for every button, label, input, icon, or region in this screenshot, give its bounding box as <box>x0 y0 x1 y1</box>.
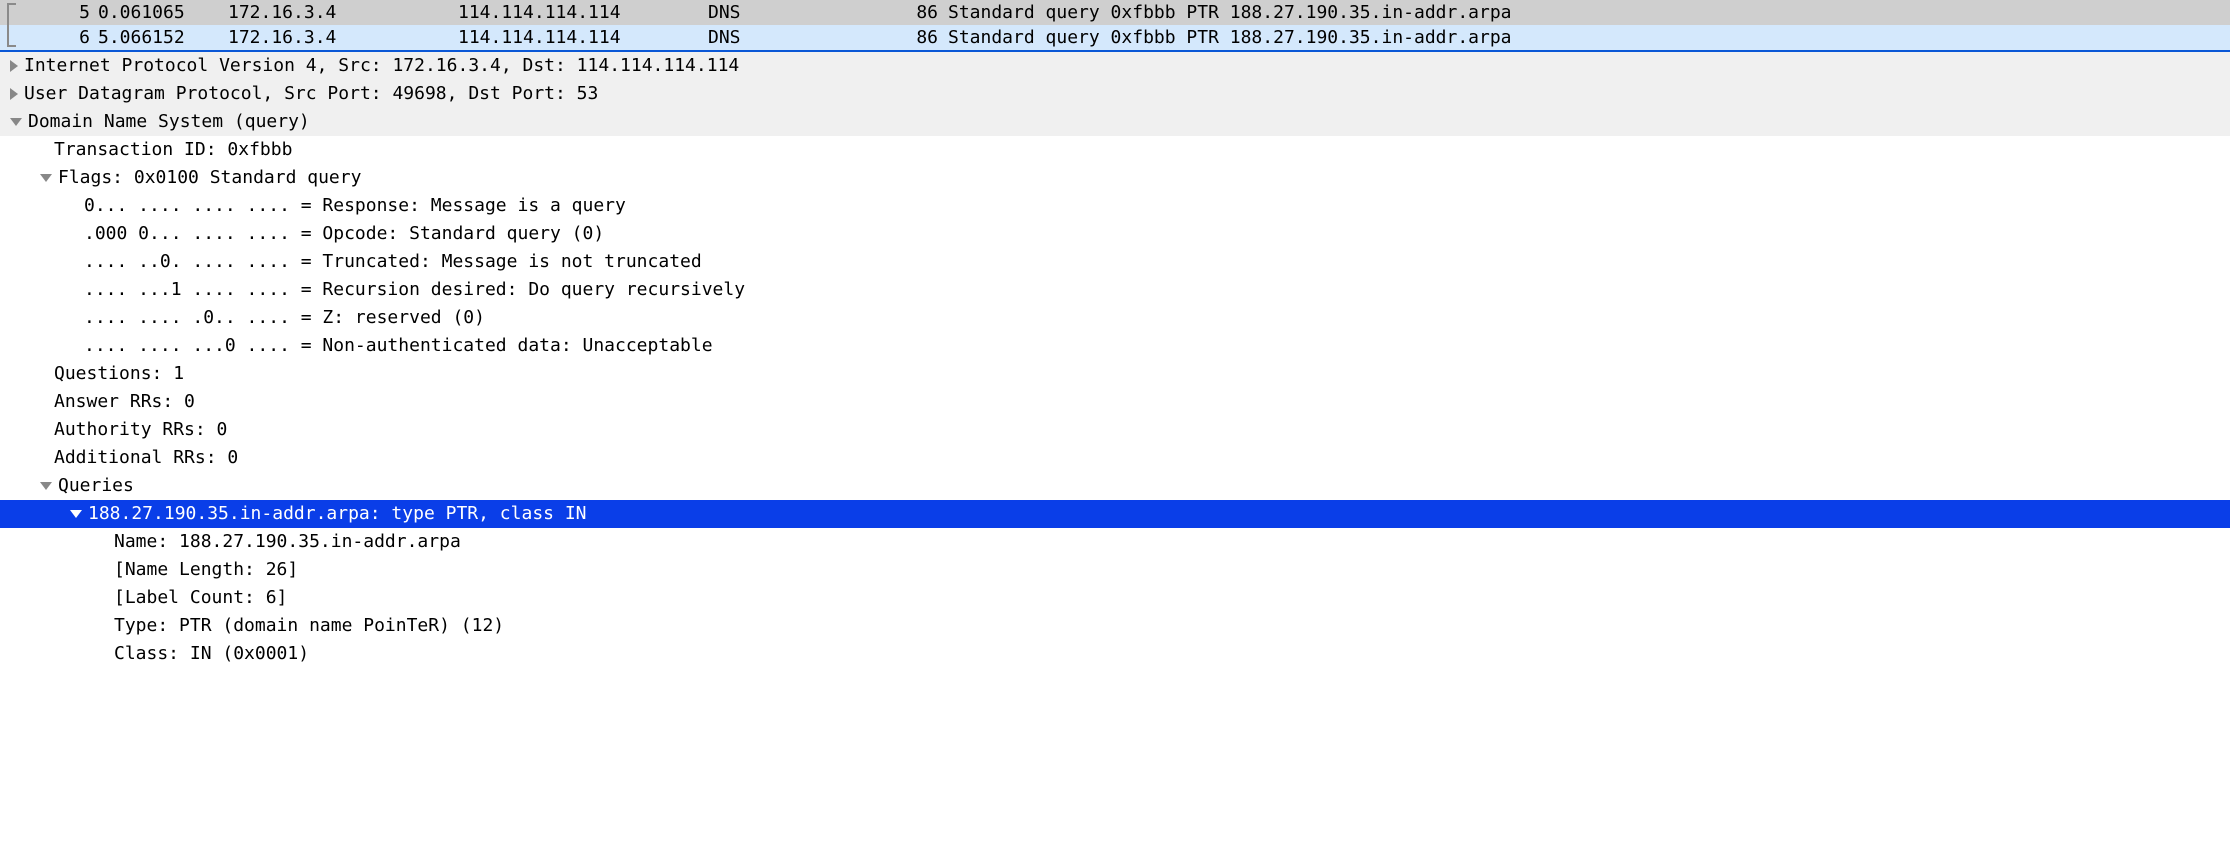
packet-info: Standard query 0xfbbb PTR 188.27.190.35.… <box>948 0 2230 25</box>
tree-label: Transaction ID: 0xfbbb <box>54 137 292 162</box>
packet-destination: 114.114.114.114 <box>458 25 708 50</box>
tree-label: Questions: 1 <box>54 361 184 386</box>
packet-length: 86 <box>878 25 948 50</box>
expand-collapse-icon[interactable] <box>40 482 52 490</box>
packet-time: 0.061065 <box>98 0 228 25</box>
tree-label: Class: IN (0x0001) <box>114 641 309 666</box>
tree-item-flag[interactable]: 0... .... .... .... = Response: Message … <box>0 192 2230 220</box>
packet-list: 5 0.061065 172.16.3.4 114.114.114.114 DN… <box>0 0 2230 52</box>
packet-details-pane: Internet Protocol Version 4, Src: 172.16… <box>0 52 2230 668</box>
tree-label: [Label Count: 6] <box>114 585 287 610</box>
tree-item-dns[interactable]: Domain Name System (query) <box>0 108 2230 136</box>
tree-label: .... .... ...0 .... = Non-authenticated … <box>84 333 713 358</box>
expand-collapse-icon[interactable] <box>70 510 82 518</box>
tree-label: 0... .... .... .... = Response: Message … <box>84 193 626 218</box>
tree-label: .... ...1 .... .... = Recursion desired:… <box>84 277 745 302</box>
packet-row[interactable]: 6 5.066152 172.16.3.4 114.114.114.114 DN… <box>0 25 2230 50</box>
packet-protocol: DNS <box>708 25 878 50</box>
tree-item-questions[interactable]: Questions: 1 <box>0 360 2230 388</box>
tree-label: .000 0... .... .... = Opcode: Standard q… <box>84 221 604 246</box>
tree-label: 188.27.190.35.in-addr.arpa: type PTR, cl… <box>88 501 587 526</box>
tree-item-query-class[interactable]: Class: IN (0x0001) <box>0 640 2230 668</box>
tree-label: .... .... .0.. .... = Z: reserved (0) <box>84 305 485 330</box>
tree-item-queries[interactable]: Queries <box>0 472 2230 500</box>
packet-length: 86 <box>878 0 948 25</box>
expand-collapse-icon[interactable] <box>10 60 18 72</box>
tree-item-transaction-id[interactable]: Transaction ID: 0xfbbb <box>0 136 2230 164</box>
tree-item-query-type[interactable]: Type: PTR (domain name PoinTeR) (12) <box>0 612 2230 640</box>
tree-label: Authority RRs: 0 <box>54 417 227 442</box>
tree-label: User Datagram Protocol, Src Port: 49698,… <box>24 81 598 106</box>
tree-item-udp[interactable]: User Datagram Protocol, Src Port: 49698,… <box>0 80 2230 108</box>
packet-time: 5.066152 <box>98 25 228 50</box>
tree-item-flag[interactable]: .... .... ...0 .... = Non-authenticated … <box>0 332 2230 360</box>
tree-item-flag[interactable]: .000 0... .... .... = Opcode: Standard q… <box>0 220 2230 248</box>
tree-item-answer-rrs[interactable]: Answer RRs: 0 <box>0 388 2230 416</box>
tree-item-flag[interactable]: .... ..0. .... .... = Truncated: Message… <box>0 248 2230 276</box>
tree-item-flags[interactable]: Flags: 0x0100 Standard query <box>0 164 2230 192</box>
packet-destination: 114.114.114.114 <box>458 0 708 25</box>
packet-source: 172.16.3.4 <box>228 25 458 50</box>
tree-item-flag[interactable]: .... ...1 .... .... = Recursion desired:… <box>0 276 2230 304</box>
packet-protocol: DNS <box>708 0 878 25</box>
tree-item-ip[interactable]: Internet Protocol Version 4, Src: 172.16… <box>0 52 2230 80</box>
tree-label: .... ..0. .... .... = Truncated: Message… <box>84 249 702 274</box>
tree-label: Answer RRs: 0 <box>54 389 195 414</box>
packet-source: 172.16.3.4 <box>228 0 458 25</box>
tree-item-flag[interactable]: .... .... .0.. .... = Z: reserved (0) <box>0 304 2230 332</box>
tree-label: Domain Name System (query) <box>28 109 310 134</box>
tree-item-query-name[interactable]: Name: 188.27.190.35.in-addr.arpa <box>0 528 2230 556</box>
expand-collapse-icon[interactable] <box>40 174 52 182</box>
tree-label: Internet Protocol Version 4, Src: 172.16… <box>24 53 739 78</box>
tree-label: Name: 188.27.190.35.in-addr.arpa <box>114 529 461 554</box>
tree-item-authority-rrs[interactable]: Authority RRs: 0 <box>0 416 2230 444</box>
tree-label: [Name Length: 26] <box>114 557 298 582</box>
tree-item-query-selected[interactable]: 188.27.190.35.in-addr.arpa: type PTR, cl… <box>0 500 2230 528</box>
packet-no: 6 <box>20 25 98 50</box>
expand-collapse-icon[interactable] <box>10 88 18 100</box>
packet-row[interactable]: 5 0.061065 172.16.3.4 114.114.114.114 DN… <box>0 0 2230 25</box>
expand-collapse-icon[interactable] <box>10 118 22 126</box>
tree-item-additional-rrs[interactable]: Additional RRs: 0 <box>0 444 2230 472</box>
tree-label: Type: PTR (domain name PoinTeR) (12) <box>114 613 504 638</box>
packet-info: Standard query 0xfbbb PTR 188.27.190.35.… <box>948 25 2230 50</box>
tree-item-query-label-count[interactable]: [Label Count: 6] <box>0 584 2230 612</box>
tree-label: Additional RRs: 0 <box>54 445 238 470</box>
tree-label: Queries <box>58 473 134 498</box>
tree-label: Flags: 0x0100 Standard query <box>58 165 361 190</box>
packet-no: 5 <box>20 0 98 25</box>
tree-item-query-name-length[interactable]: [Name Length: 26] <box>0 556 2230 584</box>
